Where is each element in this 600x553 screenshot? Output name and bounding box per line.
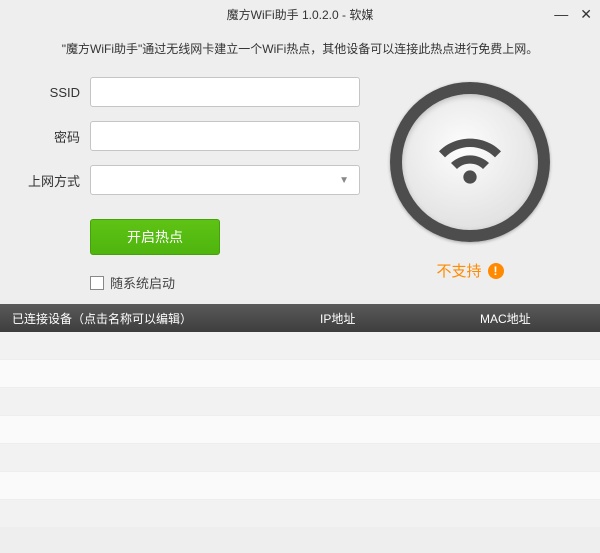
wifi-icon	[430, 122, 510, 202]
ssid-input[interactable]	[90, 77, 360, 107]
table-row	[0, 500, 600, 528]
device-table-header: 已连接设备（点击名称可以编辑） IP地址 MAC地址	[0, 304, 600, 332]
autostart-checkbox[interactable]	[90, 276, 104, 290]
minimize-button[interactable]: —	[554, 6, 568, 23]
device-col-name: 已连接设备（点击名称可以编辑）	[0, 310, 320, 327]
close-button[interactable]: ✕	[580, 6, 592, 23]
ssid-label: SSID	[20, 85, 80, 100]
app-description: "魔方WiFi助手"通过无线网卡建立一个WiFi热点，其他设备可以连接此热点进行…	[0, 40, 600, 57]
device-col-ip: IP地址	[320, 310, 480, 327]
window-title: 魔方WiFi助手 1.0.2.0 - 软媒	[227, 6, 374, 23]
table-row	[0, 472, 600, 500]
table-row	[0, 388, 600, 416]
start-hotspot-button[interactable]: 开启热点	[90, 219, 220, 255]
autostart-label: 随系统启动	[110, 273, 175, 292]
table-row	[0, 444, 600, 472]
table-row	[0, 332, 600, 360]
chevron-down-icon: ▼	[339, 175, 349, 186]
device-list	[0, 332, 600, 528]
mode-label: 上网方式	[20, 171, 80, 190]
warning-icon: !	[488, 263, 504, 279]
password-label: 密码	[20, 127, 80, 146]
status-text: 不支持	[436, 260, 481, 281]
mode-select[interactable]: ▼	[90, 165, 360, 195]
table-row	[0, 360, 600, 388]
wifi-status-circle	[390, 82, 550, 242]
device-col-mac: MAC地址	[480, 310, 600, 327]
titlebar: 魔方WiFi助手 1.0.2.0 - 软媒 — ✕	[0, 0, 600, 28]
table-row	[0, 416, 600, 444]
password-input[interactable]	[90, 121, 360, 151]
